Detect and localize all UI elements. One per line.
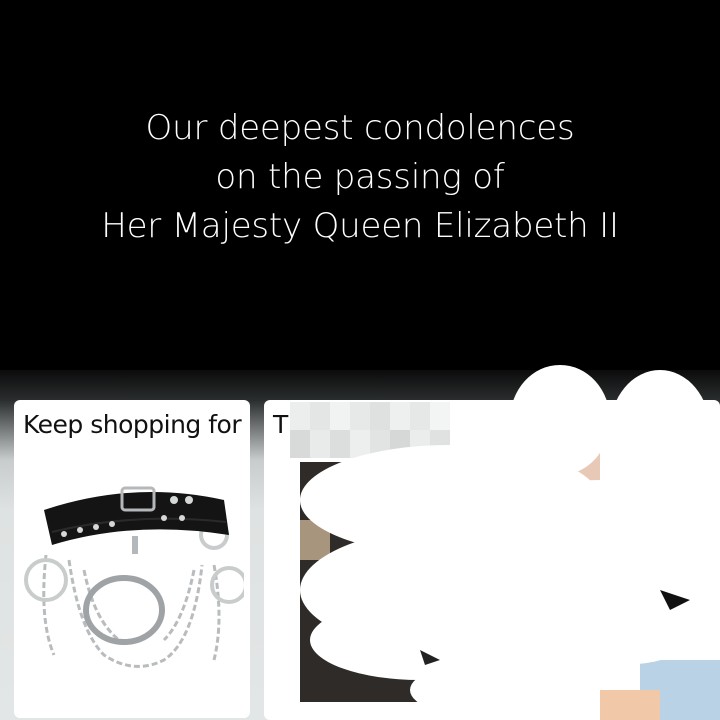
banner-line-2: on the passing of — [215, 157, 505, 197]
banner-line-3: Her Majesty Queen Elizabeth II — [101, 206, 619, 246]
banner-message: Our deepest condolences on the passing o… — [0, 104, 720, 251]
banner-line-1: Our deepest condolences — [145, 108, 575, 148]
card-title: Keep shopping for — [23, 410, 242, 439]
card-title-partial: T — [273, 410, 288, 439]
condolence-banner[interactable]: Our deepest condolences on the passing o… — [0, 0, 720, 400]
pixelated-redaction — [290, 402, 450, 458]
keep-shopping-card[interactable]: Keep shopping for — [14, 400, 250, 718]
choker-necklace-image[interactable] — [24, 470, 244, 685]
